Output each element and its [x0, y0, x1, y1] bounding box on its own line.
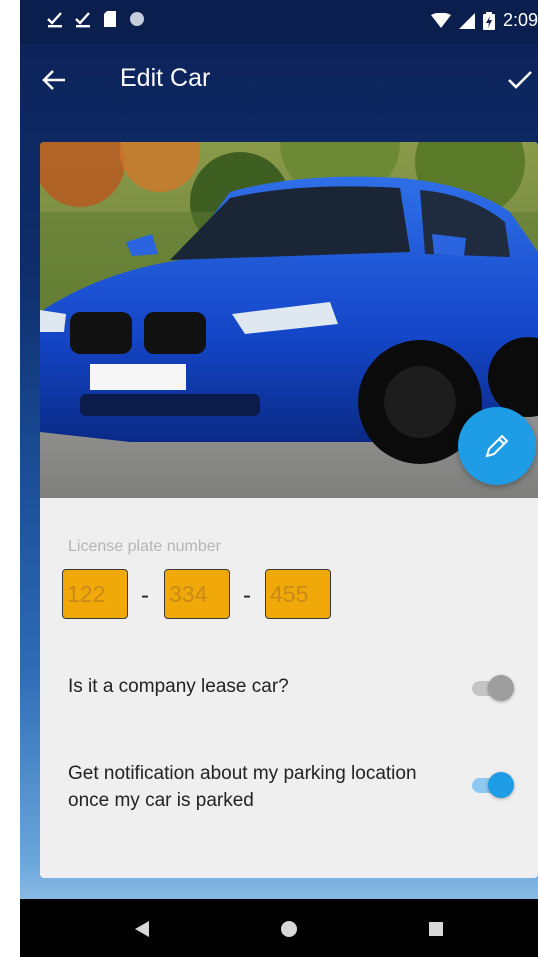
parking-notification-label: Get notification about my parking locati… [68, 763, 417, 811]
arrow-left-icon [42, 70, 65, 90]
toggle-thumb [488, 772, 514, 798]
car-card: License plate number 122 - 334 - 455 Is … [40, 142, 538, 878]
company-lease-toggle[interactable] [472, 673, 514, 703]
status-left-icons [46, 10, 146, 28]
status-time: 2:09 [502, 10, 538, 30]
back-triangle-icon [135, 921, 149, 937]
sd-card-icon [102, 10, 118, 28]
plate-part-1-input[interactable]: 122 [62, 569, 128, 619]
home-circle-icon [281, 921, 297, 937]
status-right-icons: 2:09 [430, 10, 538, 31]
app-bar: Edit Car [20, 44, 538, 114]
battery-charging-icon [482, 11, 495, 30]
wifi-icon [430, 12, 451, 29]
check-icon [508, 71, 532, 89]
system-nav-bar [20, 899, 538, 957]
download-done-icon [74, 10, 92, 28]
nav-recents-button[interactable] [424, 917, 448, 941]
status-bar: 2:09 [20, 0, 538, 44]
nav-home-button[interactable] [277, 917, 301, 941]
edit-photo-button[interactable] [458, 407, 536, 485]
recents-square-icon [429, 922, 443, 936]
company-lease-label: Is it a company lease car? [68, 676, 289, 697]
nav-back-button[interactable] [130, 917, 154, 941]
parking-notification-toggle[interactable] [472, 770, 514, 800]
pencil-icon [485, 434, 509, 458]
toggle-thumb [488, 675, 514, 701]
plate-part-3-input[interactable]: 455 [265, 569, 331, 619]
signal-icon [458, 12, 475, 29]
download-done-icon [46, 10, 64, 28]
license-plate-label: License plate number [68, 538, 221, 555]
page-title: Edit Car [120, 64, 211, 92]
confirm-button[interactable] [502, 62, 538, 98]
plate-separator: - [243, 582, 251, 609]
app-screen: 2:09 Edit Car License plate number 122 -… [20, 0, 538, 957]
back-button[interactable] [36, 62, 72, 98]
plate-part-2-input[interactable]: 334 [164, 569, 230, 619]
circle-dot-icon [128, 10, 146, 28]
plate-separator: - [141, 582, 149, 609]
